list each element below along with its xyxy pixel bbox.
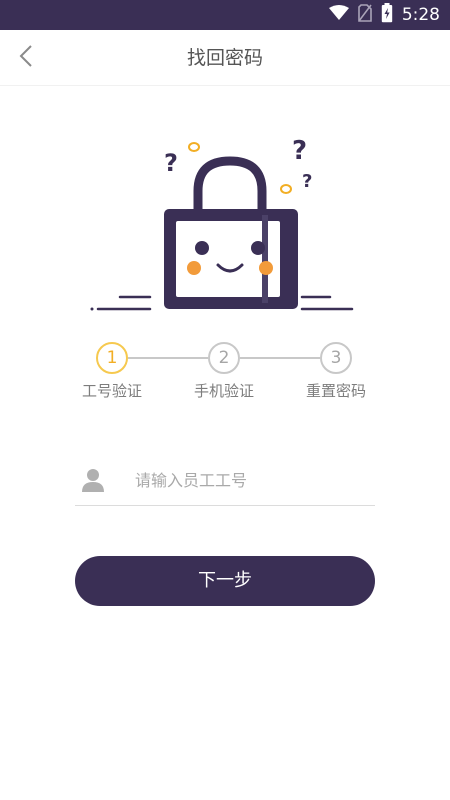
- status-time: 5:28: [401, 5, 440, 25]
- lock-illustration: ? ? ?: [90, 125, 360, 325]
- svg-text:?: ?: [302, 171, 312, 192]
- next-button[interactable]: 下一步: [75, 556, 375, 606]
- step-employee-id: 1 工号验证: [67, 340, 157, 401]
- nav-bar: 找回密码: [0, 30, 450, 86]
- battery-charging-icon: [381, 3, 393, 27]
- step-number: 3: [320, 342, 352, 374]
- no-sim-icon: [358, 4, 372, 26]
- wifi-icon: [328, 5, 349, 25]
- step-number: 2: [208, 342, 240, 374]
- step-phone: 2 手机验证: [179, 340, 269, 401]
- status-icons: 5:28: [328, 0, 440, 30]
- employee-id-input[interactable]: [135, 460, 365, 500]
- step-label: 手机验证: [193, 382, 254, 400]
- step-reset-password: 3 重置密码: [291, 340, 381, 401]
- status-bar: 5:28: [0, 0, 450, 30]
- employee-id-field: [75, 455, 375, 506]
- progress-steps: 1 工号验证 2 手机验证 3 重置密码: [0, 340, 450, 410]
- page-title: 找回密码: [186, 47, 263, 69]
- step-label: 重置密码: [305, 382, 366, 400]
- user-icon: [78, 465, 108, 495]
- svg-text:?: ?: [164, 149, 178, 177]
- svg-text:?: ?: [292, 136, 307, 166]
- step-label: 工号验证: [81, 382, 142, 400]
- step-number: 1: [96, 342, 128, 374]
